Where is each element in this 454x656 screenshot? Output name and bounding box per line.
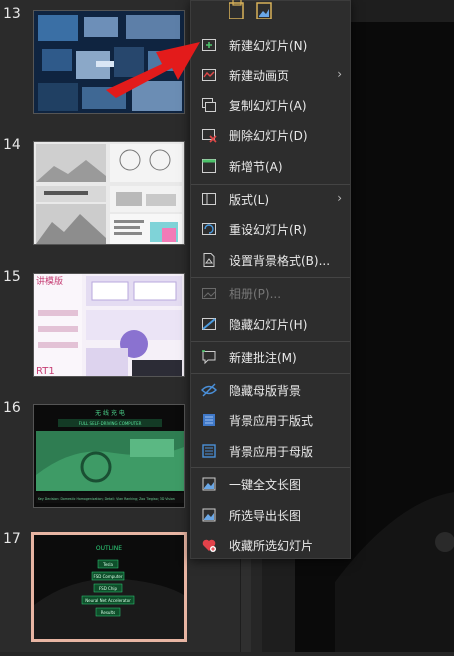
slide-15-title-fragment: 讲模版 (36, 275, 63, 287)
menu-item-label: 新建动画页 (229, 69, 290, 83)
menu-item-label: 隐藏幻灯片(H) (229, 318, 308, 332)
menu-item-label: 一键全文长图 (229, 478, 302, 492)
slide-context-menu: 新建幻灯片(N) 新建动画页 › 复制幻灯片(A) 删除幻灯片(D) 新增节(A… (190, 0, 351, 559)
slide-17-title: OUTLINE (96, 545, 122, 552)
new-section-icon (202, 159, 216, 173)
menu-item-photo-album: 相册(P)... (191, 280, 350, 306)
menu-separator (191, 373, 350, 374)
red-annotation-arrow (106, 42, 200, 98)
menu-item-background-format[interactable]: 设置背景格式(B)... (191, 247, 350, 273)
hide-master-background-icon (201, 383, 217, 397)
menu-separator (191, 277, 350, 278)
long-image-all-icon (202, 477, 216, 491)
menu-item-label: 删除幻灯片(D) (229, 129, 308, 143)
slide-number-17: 17 (3, 531, 21, 547)
slide-17-preview: OUTLINE Tesla FSD Computer FSD Chip Neur… (34, 535, 184, 639)
slide-15-preview: 讲模版 RT1 (34, 274, 184, 377)
menu-item-reset-slide[interactable]: 重设幻灯片(R) (191, 216, 350, 242)
submenu-arrow-icon: › (337, 191, 342, 205)
menu-item-copy-slide[interactable]: 复制幻灯片(A) (191, 92, 350, 118)
slide-14-preview (34, 142, 184, 244)
menu-item-layout[interactable]: 版式(L) › (191, 186, 350, 212)
slide-16-title: 无 线 充 电 (95, 409, 125, 417)
menu-item-long-image-all[interactable]: 一键全文长图 (191, 471, 350, 497)
outline-item-1: FSD Computer (93, 574, 122, 579)
slide-16-footer: Key Decision: Domestic Homogenization; D… (38, 497, 175, 501)
menu-item-label: 新建批注(M) (229, 351, 297, 365)
menu-item-label: 相册(P)... (229, 287, 282, 301)
favorite-slides-icon (202, 539, 216, 552)
slide-number-14: 14 (3, 137, 21, 153)
menu-item-label: 设置背景格式(B)... (229, 254, 331, 268)
delete-slide-icon (202, 129, 217, 143)
apply-background-master-icon (202, 444, 216, 458)
menu-separator (191, 341, 350, 342)
outline-item-3: Neural Net Accelerator (85, 598, 131, 603)
new-comment-icon (202, 350, 216, 365)
reset-slide-icon (202, 223, 216, 235)
slide-thumbnail-15[interactable]: 讲模版 RT1 (33, 273, 185, 377)
menu-item-label: 重设幻灯片(R) (229, 223, 307, 237)
menu-item-hide-slide[interactable]: 隐藏幻灯片(H) (191, 311, 350, 337)
menu-top-icons (229, 0, 272, 19)
slide-15-corner-label: RT1 (36, 366, 55, 377)
submenu-arrow-icon: › (337, 67, 342, 81)
menu-item-label: 隐藏母版背景 (229, 384, 302, 398)
outline-item-4: Results (101, 610, 115, 615)
menu-item-label: 收藏所选幻灯片 (229, 539, 314, 553)
slide-thumbnail-14[interactable] (33, 141, 185, 245)
export-selected-long-image-icon (202, 508, 216, 522)
menu-item-new-animation-page[interactable]: 新建动画页 › (191, 62, 350, 88)
menu-item-apply-background-layout[interactable]: 背景应用于版式 (191, 407, 350, 433)
menu-item-label: 新建幻灯片(N) (229, 39, 308, 53)
menu-item-favorite-slides[interactable]: 收藏所选幻灯片 (191, 532, 350, 558)
slide-thumbnail-16[interactable]: 无 线 充 电 FULL SELF-DRIVING COMPUTER Key D… (33, 404, 185, 508)
photo-album-icon (202, 288, 216, 299)
apply-background-layout-icon (203, 414, 215, 426)
outline-item-2: FSD Chip (99, 586, 118, 591)
slide-16-subtitle: FULL SELF-DRIVING COMPUTER (79, 421, 142, 426)
menu-item-new-section[interactable]: 新增节(A) (191, 153, 350, 179)
slide-thumbnail-17-selected[interactable]: OUTLINE Tesla FSD Computer FSD Chip Neur… (31, 532, 187, 642)
slide-number-15: 15 (3, 269, 21, 285)
menu-item-label: 新增节(A) (229, 160, 283, 174)
outline-item-0: Tesla (102, 562, 113, 567)
menu-item-new-comment[interactable]: 新建批注(M) (191, 344, 350, 370)
slide-16-preview: 无 线 充 电 FULL SELF-DRIVING COMPUTER Key D… (34, 405, 184, 507)
background-format-icon (203, 253, 215, 267)
menu-separator (191, 467, 350, 468)
menu-item-export-selected-long-image[interactable]: 所选导出长图 (191, 502, 350, 528)
menu-item-hide-master-background[interactable]: 隐藏母版背景 (191, 377, 350, 403)
menu-item-label: 版式(L) (229, 193, 270, 207)
menu-item-label: 所选导出长图 (229, 509, 302, 523)
menu-item-delete-slide[interactable]: 删除幻灯片(D) (191, 122, 350, 148)
menu-item-label: 背景应用于版式 (229, 414, 314, 428)
menu-separator (191, 184, 350, 185)
menu-item-new-slide[interactable]: 新建幻灯片(N) (191, 32, 350, 58)
hide-slide-icon (202, 318, 216, 330)
menu-item-label: 复制幻灯片(A) (229, 99, 307, 113)
menu-item-label: 背景应用于母版 (229, 445, 314, 459)
layout-icon (202, 193, 216, 205)
slide-number-13: 13 (3, 6, 21, 22)
menu-item-apply-background-master[interactable]: 背景应用于母版 (191, 438, 350, 464)
slide-number-16: 16 (3, 400, 21, 416)
